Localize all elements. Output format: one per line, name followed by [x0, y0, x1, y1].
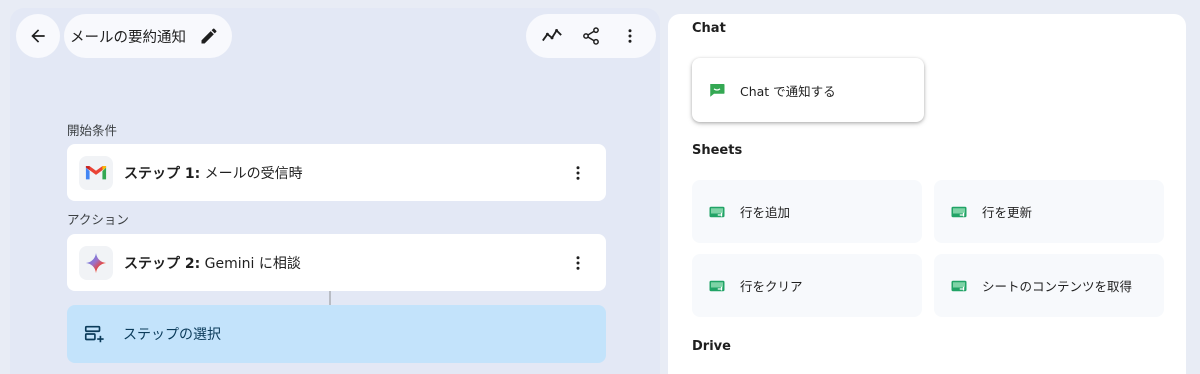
- action-sheets-clear-row[interactable]: 行をクリア: [692, 254, 922, 317]
- action-chat-notify[interactable]: Chat で通知する: [692, 58, 924, 122]
- activity-icon: [541, 29, 562, 42]
- sheets-icon: [951, 206, 967, 217]
- action-sheets-add-row[interactable]: 行を追加: [692, 180, 922, 243]
- step-card-action[interactable]: ステップ 2: Gemini に相談: [67, 234, 606, 291]
- back-button[interactable]: [16, 14, 60, 58]
- drive-heading: Drive: [692, 339, 731, 354]
- arrow-left-icon: [31, 29, 45, 43]
- more-vert-icon: [576, 165, 580, 180]
- step-2-text: Gemini に相談: [204, 255, 301, 272]
- toolbar: [526, 14, 656, 58]
- edit-title-button[interactable]: [194, 20, 224, 52]
- share-button[interactable]: [575, 20, 607, 52]
- sheets-icon: [709, 280, 725, 291]
- pencil-icon: [201, 28, 217, 44]
- gemini-icon: [79, 245, 113, 280]
- action-label: 行をクリア: [740, 279, 803, 294]
- action-label: 行を更新: [982, 205, 1033, 220]
- step-1-text: メールの受信時: [204, 165, 303, 182]
- more-vert-icon: [576, 255, 580, 270]
- step-1-more-button[interactable]: [562, 157, 594, 189]
- step-connector: [329, 291, 331, 305]
- sheets-icon: [951, 280, 967, 291]
- chat-heading: Chat: [692, 21, 726, 36]
- step-card-trigger[interactable]: ステップ 1: メールの受信時: [67, 144, 606, 201]
- add-step-icon: [84, 325, 104, 343]
- step-2-more-button[interactable]: [562, 247, 594, 279]
- more-vert-icon: [628, 29, 632, 43]
- step-1-label: ステップ 1: メールの受信時: [124, 163, 562, 183]
- trigger-section-label: 開始条件: [67, 123, 118, 138]
- action-label: Chat で通知する: [740, 83, 836, 99]
- action-sheets-update-row[interactable]: 行を更新: [934, 180, 1164, 243]
- step-2-label: ステップ 2: Gemini に相談: [124, 253, 562, 273]
- flow-title[interactable]: メールの要約通知: [70, 26, 186, 47]
- activity-button[interactable]: [536, 20, 568, 52]
- more-options-button[interactable]: [614, 20, 646, 52]
- sheets-icon: [709, 206, 725, 217]
- chat-icon: [710, 84, 725, 97]
- gmail-icon: [79, 155, 113, 190]
- action-label: 行を追加: [740, 205, 791, 220]
- action-label: シートのコンテンツを取得: [982, 279, 1133, 294]
- action-sheets-get-content[interactable]: シートのコンテンツを取得: [934, 254, 1164, 317]
- share-icon: [583, 27, 599, 45]
- step-1-prefix: ステップ 1:: [124, 165, 201, 182]
- title-pill[interactable]: メールの要約通知: [64, 14, 232, 58]
- action-section-label: アクション: [67, 212, 129, 227]
- sheets-heading: Sheets: [692, 143, 743, 158]
- action-picker-panel: Chat Chat で通知する Sheets 行を追加 行を更新 行をクリア シ…: [668, 14, 1186, 374]
- step-2-prefix: ステップ 2:: [124, 255, 201, 272]
- select-step-button[interactable]: ステップの選択: [67, 305, 606, 363]
- select-step-label: ステップの選択: [123, 327, 221, 343]
